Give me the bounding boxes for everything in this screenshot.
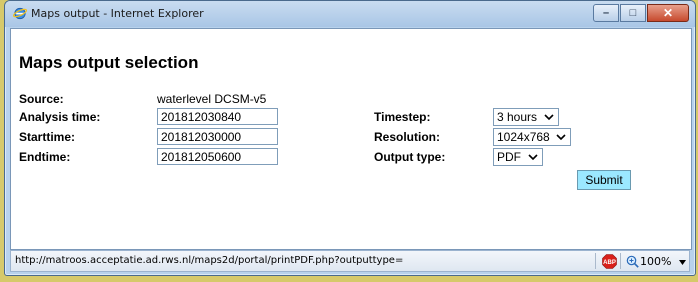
maximize-button[interactable]: □ [620,4,646,22]
analysis-time-input[interactable] [157,108,278,125]
adblock-plus-icon[interactable]: ABP [602,254,617,269]
maximize-icon: □ [629,6,637,19]
resolution-value: 1024x768 [497,130,550,144]
starttime-label: Starttime: [19,130,76,144]
status-separator [620,253,621,269]
zoom-level[interactable]: 100% [640,255,671,268]
minimize-button[interactable]: – [593,4,619,22]
source-label: Source: [19,92,64,106]
endtime-input[interactable] [157,148,278,165]
output-type-select[interactable]: PDF [493,148,543,166]
resolution-label: Resolution: [374,130,440,144]
browser-window: Maps output - Internet Explorer – □ ✕ Ma… [4,0,696,276]
internet-explorer-icon [13,7,27,20]
status-separator [595,253,596,269]
output-type-value: PDF [497,150,521,164]
chevron-down-icon [556,134,566,141]
endtime-label: Endtime: [19,150,71,164]
status-bar: http://matroos.acceptatie.ad.rws.nl/maps… [10,250,690,272]
chevron-down-icon [544,114,554,121]
zoom-icon[interactable] [626,255,639,268]
title-bar[interactable]: Maps output - Internet Explorer – □ ✕ [5,1,695,27]
timestep-value: 3 hours [497,110,538,124]
close-button[interactable]: ✕ [647,4,689,22]
minimize-icon: – [602,6,610,19]
page-content: Maps output selection Source: waterlevel… [10,28,692,250]
timestep-label: Timestep: [374,110,431,124]
analysis-time-label: Analysis time: [19,110,101,124]
window-title: Maps output - Internet Explorer [31,7,204,20]
starttime-input[interactable] [157,128,278,145]
window-controls: – □ ✕ [592,4,689,22]
adblock-label: ABP [603,260,616,266]
output-type-label: Output type: [374,150,446,164]
timestep-select[interactable]: 3 hours [493,108,559,126]
source-value: waterlevel DCSM-v5 [157,92,267,106]
resolution-select[interactable]: 1024x768 [493,128,571,146]
submit-button[interactable]: Submit [577,170,631,190]
page-title: Maps output selection [19,53,199,72]
chevron-down-icon [528,154,538,161]
status-url: http://matroos.acceptatie.ad.rws.nl/maps… [15,255,404,266]
zoom-dropdown-icon[interactable] [679,260,686,265]
close-icon: ✕ [662,6,674,20]
